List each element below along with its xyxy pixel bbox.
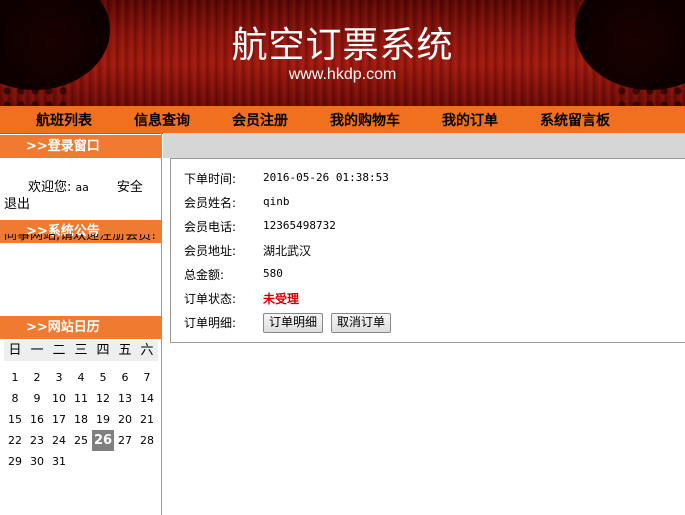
nav-flight-list[interactable]: 航班列表 <box>36 110 92 130</box>
nav-message-board[interactable]: 系统留言板 <box>540 110 610 130</box>
calendar-day: 25 <box>74 434 88 447</box>
calendar-day: 22 <box>8 434 22 447</box>
calendar-day: 18 <box>74 413 88 426</box>
order-detail-button[interactable]: 订单明细 <box>263 313 324 333</box>
member-address-value: 湖北武汉 <box>263 244 312 258</box>
calendar-day: 11 <box>74 392 88 405</box>
calendar-week: 1 2 3 4 5 6 7 <box>4 367 158 388</box>
member-phone-value: 12365498732 <box>263 219 336 232</box>
calendar-day: 20 <box>118 413 132 426</box>
calendar-day: 29 <box>8 455 22 468</box>
calendar-day: 31 <box>52 455 66 468</box>
order-status-value: 未受理 <box>263 292 300 306</box>
calendar-day: 27 <box>118 434 132 447</box>
calendar-weekday-row: 日 一 二 三 四 五 六 <box>4 341 158 361</box>
calendar-day: 13 <box>118 392 132 405</box>
calendar-day: 19 <box>96 413 110 426</box>
content-header-bar <box>163 133 685 158</box>
calendar-day: 1 <box>11 371 19 384</box>
cancel-order-button[interactable]: 取消订单 <box>331 313 392 333</box>
calendar-today: 26 <box>92 430 114 451</box>
calendar-day: 5 <box>99 371 107 384</box>
calendar-day: 16 <box>30 413 44 426</box>
calendar-title: >>网站日历 <box>0 316 161 339</box>
announcement-text: 同事网站,请欢迎注册会员! <box>4 234 157 243</box>
order-status-label: 订单状态: <box>184 292 237 306</box>
weekday: 五 <box>118 343 132 358</box>
calendar-day: 15 <box>8 413 22 426</box>
calendar-day: 24 <box>52 434 66 447</box>
calendar-day: 21 <box>140 413 154 426</box>
weekday: 一 <box>30 343 44 358</box>
calendar-day: 23 <box>30 434 44 447</box>
member-phone-label: 会员电话: <box>184 220 237 234</box>
order-time-label: 下单时间: <box>184 172 237 186</box>
calendar-day: 17 <box>52 413 66 426</box>
calendar-week: 29 30 31 <box>4 451 158 472</box>
calendar-week: 15 16 17 18 19 20 21 <box>4 409 158 430</box>
username: aa <box>75 181 89 194</box>
main-nav: 航班列表 信息查询 会员注册 我的购物车 我的订单 系统留言板 <box>0 106 685 134</box>
calendar-day <box>70 451 92 472</box>
nav-member-register[interactable]: 会员注册 <box>232 110 288 130</box>
weekday: 四 <box>96 343 110 358</box>
calendar-day: 2 <box>33 371 41 384</box>
member-name-value: qinb <box>263 195 290 208</box>
welcome-label: 欢迎您: <box>28 180 72 195</box>
calendar-day: 3 <box>55 371 63 384</box>
calendar-day <box>114 451 136 472</box>
site-calendar: 日 一 二 三 四 五 六 1 2 3 4 5 6 7 8 9 10 11 12… <box>4 341 158 472</box>
logout-link-part2[interactable]: 退出 <box>4 197 30 212</box>
welcome-box: 欢迎您: aa 安全 退出 <box>4 179 154 213</box>
site-url: www.hkdp.com <box>288 66 397 83</box>
nav-shopping-cart[interactable]: 我的购物车 <box>330 110 400 130</box>
calendar-day: 30 <box>30 455 44 468</box>
logout-link-part1[interactable]: 安全 <box>117 180 143 195</box>
total-amount-label: 总金额: <box>184 268 225 282</box>
total-amount-value: 580 <box>263 267 283 280</box>
calendar-day: 4 <box>77 371 85 384</box>
header-banner: 航空订票系统 www.hkdp.com <box>0 0 685 106</box>
member-name-label: 会员姓名: <box>184 196 237 210</box>
calendar-day: 7 <box>143 371 151 384</box>
calendar-day: 14 <box>140 392 154 405</box>
nav-my-orders[interactable]: 我的订单 <box>442 110 498 130</box>
calendar-day: 28 <box>140 434 154 447</box>
order-time-value: 2016-05-26 01:38:53 <box>263 171 389 184</box>
calendar-week: 22 23 24 25 26 27 28 <box>4 430 158 451</box>
nav-info-query[interactable]: 信息查询 <box>134 110 190 130</box>
calendar-day: 12 <box>96 392 110 405</box>
weekday: 二 <box>52 343 66 358</box>
calendar-day: 10 <box>52 392 66 405</box>
calendar-week: 8 9 10 11 12 13 14 <box>4 388 158 409</box>
calendar-day <box>136 451 158 472</box>
calendar-day: 9 <box>33 392 41 405</box>
left-sidebar: >>登录窗口 欢迎您: aa 安全 退出 >>系统公告 同事网站,请欢迎注册会员… <box>0 133 162 515</box>
weekday: 日 <box>8 343 22 358</box>
login-window-title: >>登录窗口 <box>0 135 161 158</box>
calendar-day <box>92 451 114 472</box>
order-detail-label: 订单明细: <box>184 316 237 330</box>
calendar-day: 6 <box>121 371 129 384</box>
weekday: 六 <box>140 343 154 358</box>
member-address-label: 会员地址: <box>184 244 237 258</box>
calendar-day: 8 <box>11 392 19 405</box>
weekday: 三 <box>74 343 88 358</box>
site-title: 航空订票系统 <box>231 25 454 66</box>
order-detail-panel: 下单时间: 2016-05-26 01:38:53 会员姓名: qinb 会员电… <box>170 158 685 343</box>
